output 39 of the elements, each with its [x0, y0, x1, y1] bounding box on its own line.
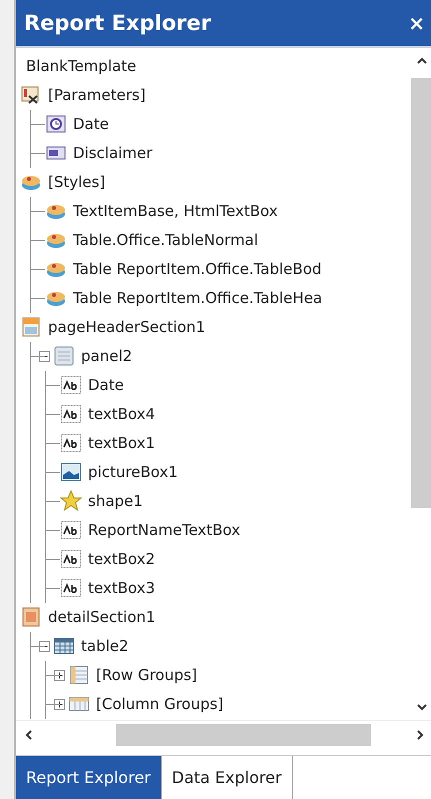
collapse-toggle[interactable]: [39, 350, 50, 362]
tree-item[interactable]: [Column Groups]: [96, 695, 224, 714]
tree-item[interactable]: table2: [81, 637, 129, 656]
tree-item[interactable]: Date: [88, 376, 124, 394]
tree-item[interactable]: Table.Office.TableNormal: [73, 231, 258, 250]
tree-item[interactable]: BlankTemplate: [26, 57, 136, 76]
tree-item[interactable]: textBox3: [88, 579, 156, 598]
tree-item[interactable]: pictureBox1: [88, 463, 178, 482]
star-icon: [60, 490, 82, 512]
tree-item[interactable]: Date: [73, 115, 109, 134]
collapse-toggle[interactable]: [39, 640, 50, 652]
tree-item[interactable]: [Styles]: [48, 173, 106, 192]
panel-icon: [53, 345, 75, 368]
tree-item[interactable]: textBox2: [88, 550, 156, 568]
tab[interactable]: Report Explorer: [16, 756, 162, 799]
close-button[interactable]: ×: [408, 10, 425, 35]
scrollbar-thumb[interactable]: [411, 78, 431, 508]
tree-item[interactable]: [Row Groups]: [96, 666, 198, 684]
page-section-icon: [20, 606, 42, 628]
tree-item[interactable]: detailSection1: [48, 608, 156, 626]
picture-box-icon: [60, 461, 82, 484]
tree-item[interactable]: pageHeaderSection1: [48, 318, 206, 336]
tree-item[interactable]: Disclaimer: [73, 144, 152, 162]
tree-item[interactable]: panel2: [81, 347, 132, 366]
page-section-icon: [20, 316, 42, 338]
tree-item[interactable]: ReportNameTextBox: [88, 521, 240, 540]
scrollbar-thumb[interactable]: [116, 724, 371, 746]
clock-icon: [45, 113, 67, 136]
tree-item[interactable]: Table ReportItem.Office.TableHea: [73, 289, 322, 308]
tree-item[interactable]: TextItemBase, HtmlTextBox: [73, 202, 278, 220]
tree-item[interactable]: textBox4: [88, 405, 156, 424]
tree-item[interactable]: Table ReportItem.Office.TableBod: [73, 260, 322, 278]
tree-item[interactable]: shape1: [88, 492, 143, 510]
row-groups-icon: [68, 664, 90, 686]
tree-item[interactable]: [Parameters]: [48, 86, 146, 104]
tree-item[interactable]: textBox1: [88, 434, 156, 452]
expand-toggle[interactable]: [54, 698, 65, 710]
expand-toggle[interactable]: [54, 670, 65, 681]
panel-title: Report Explorer: [24, 10, 212, 35]
